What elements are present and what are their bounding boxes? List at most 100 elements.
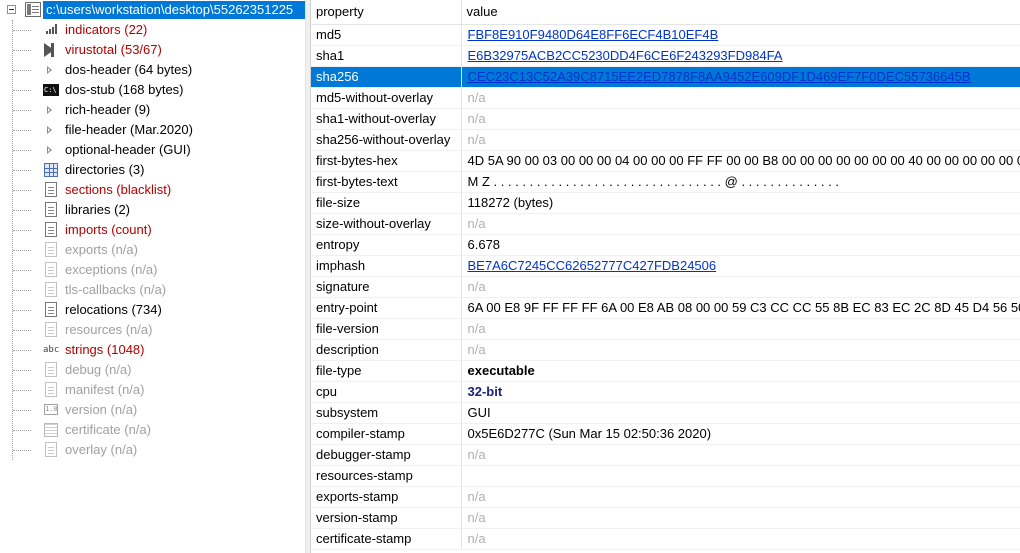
tree-item-version[interactable]: 1.0 version (n/a) [0, 400, 305, 420]
value-cell[interactable]: E6B32975ACB2CC5230DD4F6CE6F243293FD984FA [461, 45, 1020, 67]
value-cell[interactable]: n/a [461, 528, 1020, 550]
table-row-entry-point[interactable]: entry-point 6A 00 E8 9F FF FF FF 6A 00 E8… [311, 297, 1020, 319]
table-row-sha1-without-overlay[interactable]: sha1-without-overlay n/a [311, 108, 1020, 130]
value-cell[interactable]: 6A 00 E8 9F FF FF FF 6A 00 E8 AB 08 00 0… [461, 297, 1020, 319]
property-cell[interactable]: signature [311, 276, 462, 298]
value-cell[interactable]: n/a [461, 318, 1020, 340]
property-cell[interactable]: sha256-without-overlay [311, 129, 462, 151]
value-cell[interactable]: n/a [461, 129, 1020, 151]
property-cell[interactable]: first-bytes-text [311, 171, 462, 193]
table-row-certificate-stamp[interactable]: certificate-stamp n/a [311, 528, 1020, 550]
table-row-first-bytes-text[interactable]: first-bytes-text M Z . . . . . . . . . . … [311, 171, 1020, 193]
tree-item-virustotal[interactable]: virustotal (53/67) [0, 40, 305, 60]
value-cell[interactable]: n/a [461, 444, 1020, 466]
value-cell[interactable]: 32-bit [461, 381, 1020, 403]
value-cell[interactable]: n/a [461, 486, 1020, 508]
value-cell[interactable]: n/a [461, 213, 1020, 235]
value-cell[interactable]: n/a [461, 276, 1020, 298]
tree-item-debug[interactable]: debug (n/a) [0, 360, 305, 380]
tree-item-indicators[interactable]: indicators (22) [0, 20, 305, 40]
property-cell[interactable]: sha1-without-overlay [311, 108, 462, 130]
tree-item-exceptions[interactable]: exceptions (n/a) [0, 260, 305, 280]
value-cell[interactable]: GUI [461, 402, 1020, 424]
table-row-exports-stamp[interactable]: exports-stamp n/a [311, 486, 1020, 508]
tree-item-directories[interactable]: directories (3) [0, 160, 305, 180]
table-row-debugger-stamp[interactable]: debugger-stamp n/a [311, 444, 1020, 466]
property-cell[interactable]: imphash [311, 255, 462, 277]
hash-link[interactable]: FBF8E910F9480D64E8FF6ECF4B10EF4B [468, 27, 719, 42]
property-cell[interactable]: md5-without-overlay [311, 87, 462, 109]
value-cell[interactable]: 4D 5A 90 00 03 00 00 00 04 00 00 00 FF F… [461, 150, 1020, 172]
value-cell[interactable]: FBF8E910F9480D64E8FF6ECF4B10EF4B [461, 24, 1020, 46]
hash-link[interactable]: E6B32975ACB2CC5230DD4F6CE6F243293FD984FA [468, 48, 783, 63]
table-row-version-stamp[interactable]: version-stamp n/a [311, 507, 1020, 529]
tree-item-file-header[interactable]: file-header (Mar.2020) [0, 120, 305, 140]
property-cell[interactable]: entry-point [311, 297, 462, 319]
table-row-description[interactable]: description n/a [311, 339, 1020, 361]
tree-item-exports[interactable]: exports (n/a) [0, 240, 305, 260]
property-cell[interactable]: size-without-overlay [311, 213, 462, 235]
tree-root[interactable]: c:\users\workstation\desktop\55262351225 [0, 0, 305, 20]
table-row-file-type[interactable]: file-type executable [311, 360, 1020, 382]
tree-item-dos-stub[interactable]: C:\ dos-stub (168 bytes) [0, 80, 305, 100]
table-row-sha1[interactable]: sha1 E6B32975ACB2CC5230DD4F6CE6F243293FD9… [311, 45, 1020, 67]
tree-root-label[interactable]: c:\users\workstation\desktop\55262351225 [43, 1, 305, 19]
value-cell[interactable]: n/a [461, 108, 1020, 130]
table-row-first-bytes-hex[interactable]: first-bytes-hex 4D 5A 90 00 03 00 00 00 0… [311, 150, 1020, 172]
tree-item-resources[interactable]: resources (n/a) [0, 320, 305, 340]
table-row-cpu[interactable]: cpu 32-bit [311, 381, 1020, 403]
tree-item-libraries[interactable]: libraries (2) [0, 200, 305, 220]
property-cell[interactable]: file-version [311, 318, 462, 340]
table-row-signature[interactable]: signature n/a [311, 276, 1020, 298]
tree-item-dos-header[interactable]: dos-header (64 bytes) [0, 60, 305, 80]
table-row-md5-without-overlay[interactable]: md5-without-overlay n/a [311, 87, 1020, 109]
value-cell[interactable]: 0x5E6D277C (Sun Mar 15 02:50:36 2020) [461, 423, 1020, 445]
tree-item-tls-callbacks[interactable]: tls-callbacks (n/a) [0, 280, 305, 300]
property-cell[interactable]: file-type [311, 360, 462, 382]
value-cell[interactable]: CEC23C13C52A39C8715EE2ED7878F8AA9452E609… [461, 66, 1020, 88]
property-cell[interactable]: description [311, 339, 462, 361]
property-cell[interactable]: sha256 [311, 66, 462, 88]
tree-item-overlay[interactable]: overlay (n/a) [0, 440, 305, 460]
property-cell[interactable]: compiler-stamp [311, 423, 462, 445]
table-row-subsystem[interactable]: subsystem GUI [311, 402, 1020, 424]
table-row-compiler-stamp[interactable]: compiler-stamp 0x5E6D277C (Sun Mar 15 02:… [311, 423, 1020, 445]
hash-link[interactable]: CEC23C13C52A39C8715EE2ED7878F8AA9452E609… [468, 69, 971, 84]
property-cell[interactable]: entropy [311, 234, 462, 256]
table-row-sha256-without-overlay[interactable]: sha256-without-overlay n/a [311, 129, 1020, 151]
tree-item-optional-header[interactable]: optional-header (GUI) [0, 140, 305, 160]
value-cell[interactable]: n/a [461, 507, 1020, 529]
tree-item-certificate[interactable]: certificate (n/a) [0, 420, 305, 440]
hash-link[interactable]: BE7A6C7245CC62652777C427FDB24506 [468, 258, 717, 273]
property-cell[interactable]: file-size [311, 192, 462, 214]
table-row-resources-stamp[interactable]: resources-stamp [311, 465, 1020, 487]
tree-item-strings[interactable]: abc strings (1048) [0, 340, 305, 360]
tree-item-relocations[interactable]: relocations (734) [0, 300, 305, 320]
table-row-entropy[interactable]: entropy 6.678 [311, 234, 1020, 256]
value-cell[interactable]: executable [461, 360, 1020, 382]
table-row-file-size[interactable]: file-size 118272 (bytes) [311, 192, 1020, 214]
property-cell[interactable]: certificate-stamp [311, 528, 462, 550]
tree-item-manifest[interactable]: manifest (n/a) [0, 380, 305, 400]
property-cell[interactable]: subsystem [311, 402, 462, 424]
value-cell[interactable]: 118272 (bytes) [461, 192, 1020, 214]
table-row-file-version[interactable]: file-version n/a [311, 318, 1020, 340]
value-cell[interactable]: M Z . . . . . . . . . . . . . . . . . . … [461, 171, 1020, 193]
property-cell[interactable]: version-stamp [311, 507, 462, 529]
property-cell[interactable]: md5 [311, 24, 462, 46]
value-cell[interactable]: BE7A6C7245CC62652777C427FDB24506 [461, 255, 1020, 277]
table-row-imphash[interactable]: imphash BE7A6C7245CC62652777C427FDB24506 [311, 255, 1020, 277]
value-cell[interactable]: n/a [461, 87, 1020, 109]
table-row-sha256[interactable]: sha256 CEC23C13C52A39C8715EE2ED7878F8AA94… [311, 66, 1020, 88]
property-cell[interactable]: sha1 [311, 45, 462, 67]
column-header-value[interactable]: value [461, 0, 1020, 25]
value-cell[interactable]: 6.678 [461, 234, 1020, 256]
tree-item-rich-header[interactable]: rich-header (9) [0, 100, 305, 120]
property-cell[interactable]: resources-stamp [311, 465, 462, 487]
property-cell[interactable]: debugger-stamp [311, 444, 462, 466]
property-cell[interactable]: exports-stamp [311, 486, 462, 508]
value-cell[interactable] [461, 465, 1020, 487]
collapse-toggle-icon[interactable] [7, 5, 16, 14]
column-header-property[interactable]: property [311, 0, 462, 25]
tree-item-imports[interactable]: imports (count) [0, 220, 305, 240]
